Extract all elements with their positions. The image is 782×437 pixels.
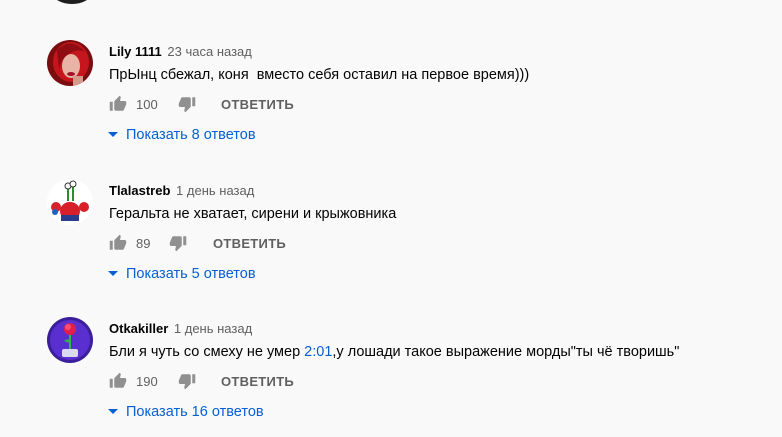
comment-text-part: Бли я чуть со смеху не умер <box>109 344 305 360</box>
author-name[interactable]: Otkakiller <box>109 321 168 336</box>
show-replies-label: Показать 8 ответов <box>126 127 256 143</box>
comment-actions: 190 ОТВЕТИТЬ <box>109 372 509 392</box>
previous-comment-avatar[interactable] <box>52 0 92 4</box>
thumb-up-icon[interactable] <box>109 372 127 390</box>
thumb-up-icon[interactable] <box>109 95 127 113</box>
thumb-up-icon[interactable] <box>109 234 127 252</box>
author-avatar[interactable] <box>47 317 93 363</box>
show-replies-button[interactable]: Показать 16 ответов <box>108 404 264 420</box>
reply-button[interactable]: ОТВЕТИТЬ <box>221 374 294 389</box>
caret-down-icon <box>108 131 118 137</box>
comment-actions: 100 ОТВЕТИТЬ <box>109 95 509 115</box>
comment-time[interactable]: 1 день назад <box>176 183 254 198</box>
show-replies-button[interactable]: Показать 5 ответов <box>108 266 256 282</box>
comment-header: Tlalastreb 1 день назад <box>109 183 254 198</box>
show-replies-button[interactable]: Показать 8 ответов <box>108 127 256 143</box>
comment-text: Геральта не хватает, сирени и крыжовника <box>109 206 397 222</box>
comment-time[interactable]: 1 день назад <box>174 321 252 336</box>
thumb-down-icon[interactable] <box>178 95 196 113</box>
reply-button[interactable]: ОТВЕТИТЬ <box>213 236 286 251</box>
like-count: 100 <box>136 97 158 112</box>
timestamp-link[interactable]: 2:01 <box>304 344 332 360</box>
comment-thread: Tlalastreb 1 день назад Геральта не хват… <box>0 179 782 299</box>
caret-down-icon <box>108 408 118 414</box>
author-avatar[interactable] <box>47 40 93 86</box>
author-avatar[interactable] <box>47 179 93 225</box>
caret-down-icon <box>108 270 118 276</box>
comment-text-part: ,у лошади такое выражение морды"ты чё тв… <box>332 344 680 360</box>
comment-text: ПрЫнц сбежал, коня вместо себя оставил н… <box>109 67 530 83</box>
thumb-down-icon[interactable] <box>178 372 196 390</box>
author-name[interactable]: Lily 1111 <box>109 44 162 59</box>
like-count: 190 <box>136 374 158 389</box>
comment-text: Бли я чуть со смеху не умер 2:01,у лошад… <box>109 344 679 360</box>
like-count: 89 <box>136 236 151 251</box>
author-name[interactable]: Tlalastreb <box>109 183 170 198</box>
comment-header: Lily 1111 23 часа назад <box>109 44 252 59</box>
comment-thread: Lily 1111 23 часа назад ПрЫнц сбежал, ко… <box>0 40 782 160</box>
comment-actions: 89 ОТВЕТИТЬ <box>109 234 509 254</box>
comment-thread: Otkakiller 1 день назад Бли я чуть со см… <box>0 317 782 437</box>
show-replies-label: Показать 5 ответов <box>126 266 256 282</box>
reply-button[interactable]: ОТВЕТИТЬ <box>221 97 294 112</box>
thumb-down-icon[interactable] <box>169 234 187 252</box>
comment-header: Otkakiller 1 день назад <box>109 321 252 336</box>
comment-time[interactable]: 23 часа назад <box>167 44 251 59</box>
show-replies-label: Показать 16 ответов <box>126 404 264 420</box>
